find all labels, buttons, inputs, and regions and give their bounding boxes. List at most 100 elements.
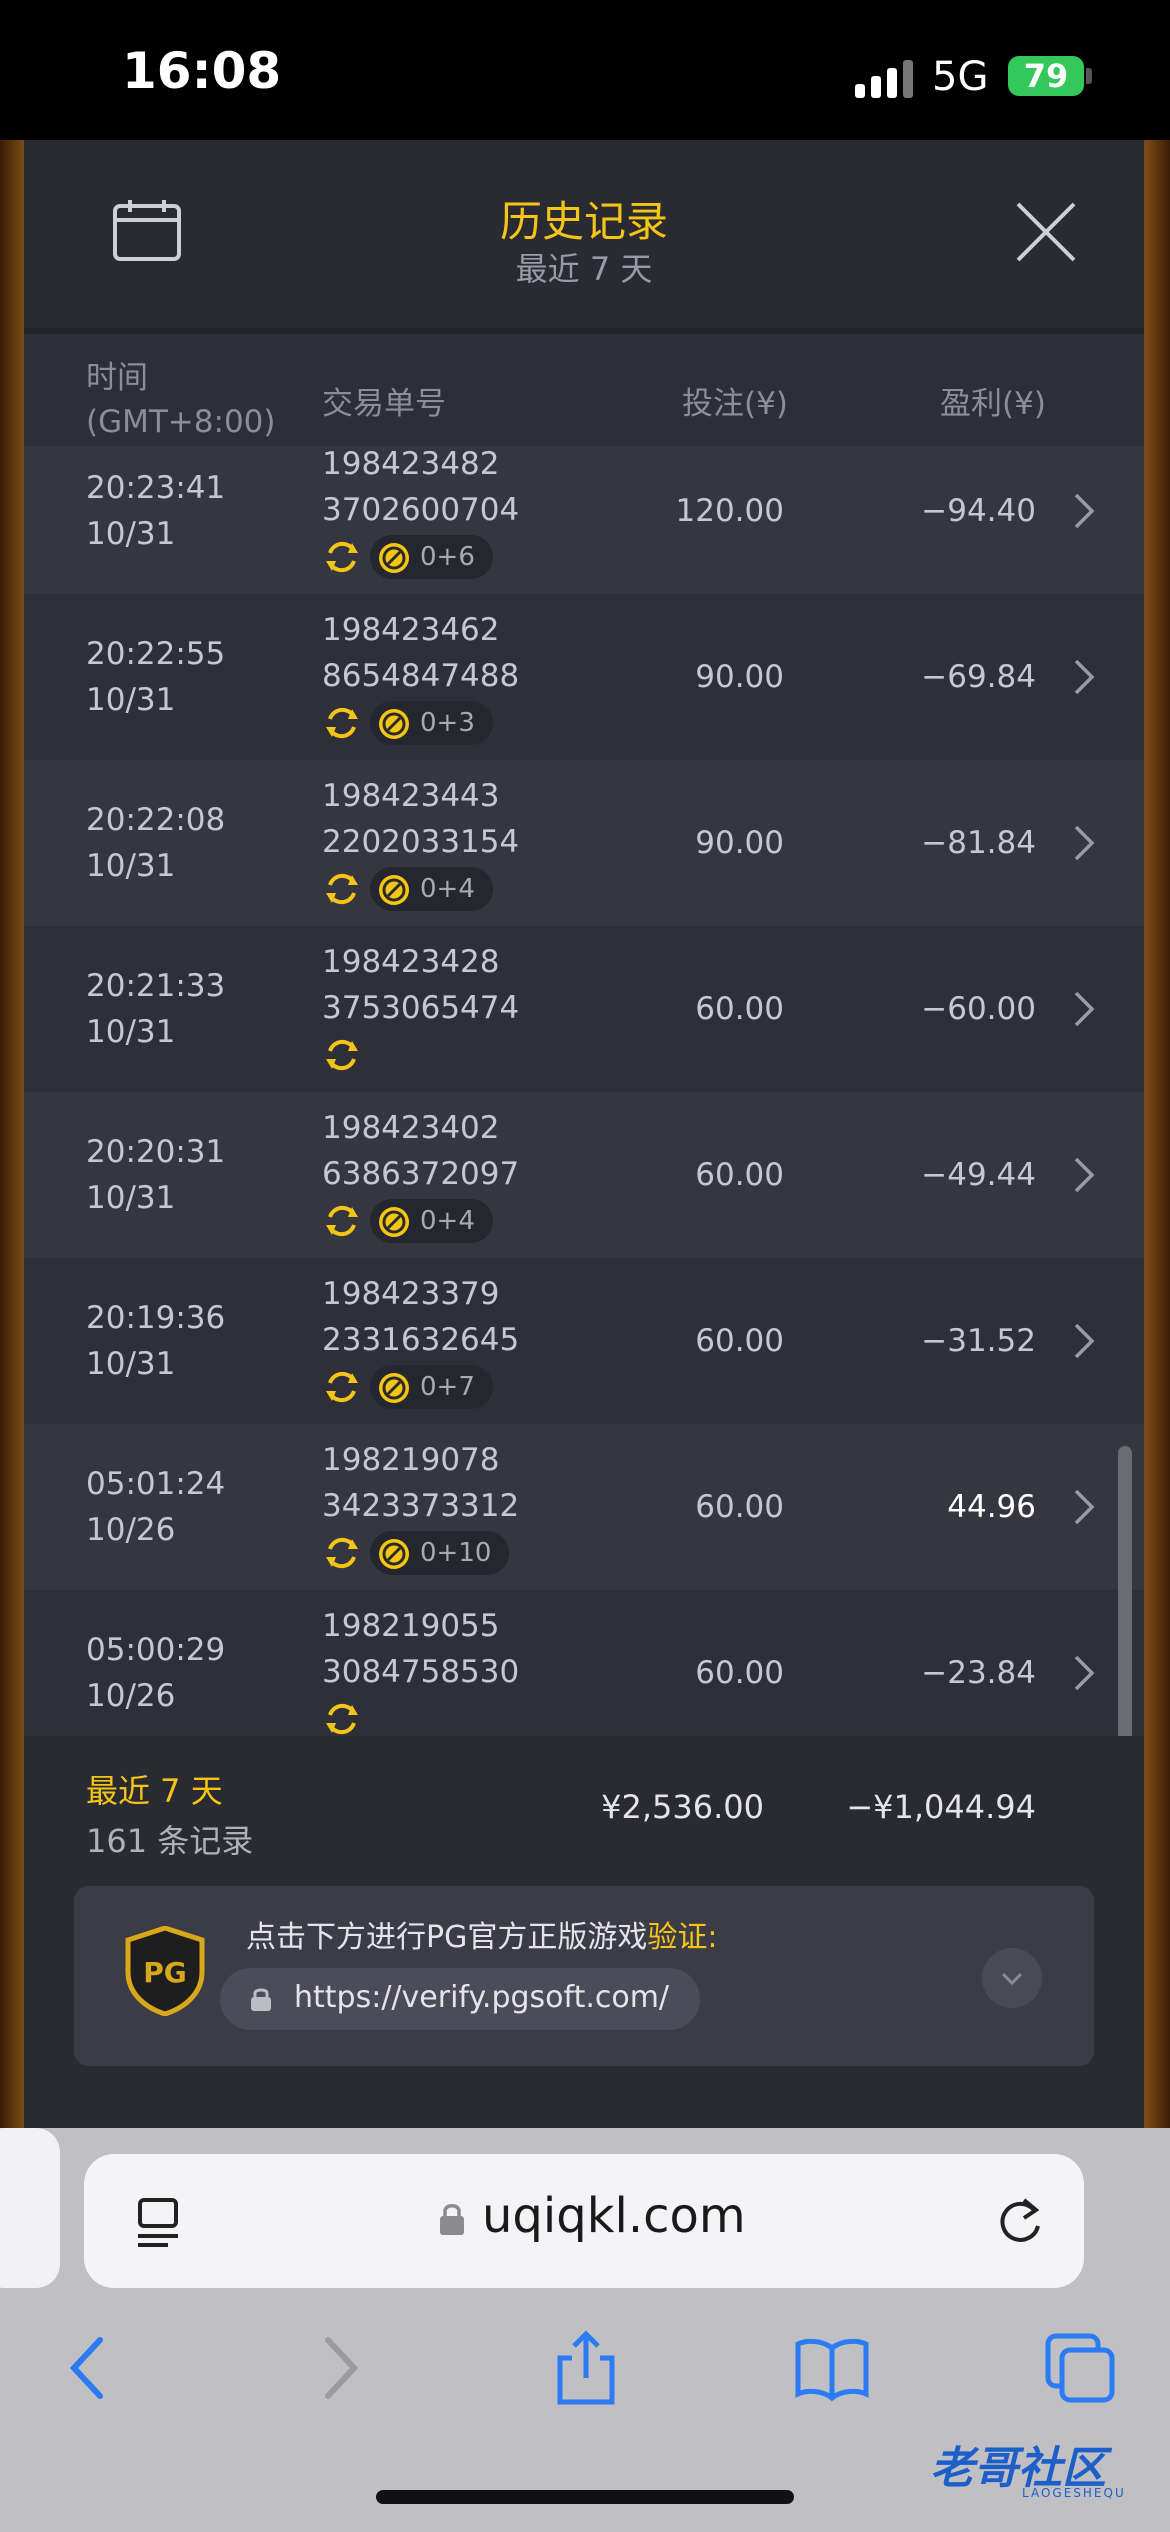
respin-icon [326,707,358,739]
row-time-value: 20:21:33 [86,968,226,1004]
verify-url-link[interactable]: https://verify.pgsoft.com/ [220,1968,700,2030]
row-date-value: 10/26 [86,1678,176,1714]
row-txid-line2: 2202033154 [322,824,520,860]
verify-text: 点击下方进行PG官方正版游戏验证: [246,1912,717,1956]
row-time: 20:21:33 10/31 [86,963,225,1055]
row-txid-line2: 3753065474 [322,990,520,1026]
row-time: 20:22:08 10/31 [86,797,225,889]
free-spin-icon [379,708,409,739]
table-row[interactable]: 20:23:41 10/31 198423482 3702600704 0+6 120.0… [24,446,1144,594]
col-bet: 投注(¥) [682,386,788,422]
battery-icon: 79 [1008,56,1084,96]
forward-icon[interactable] [300,2328,380,2408]
row-date-value: 10/31 [86,1346,176,1382]
row-time: 05:01:24 10/26 [86,1461,225,1553]
address-bar[interactable]: uqiqkl.com [84,2154,1084,2288]
row-txid: 198219078 3423373312 [322,1437,519,1529]
col-txid: 交易单号 [322,386,446,422]
row-time: 20:19:36 10/31 [86,1295,225,1387]
row-date-value: 10/31 [86,1014,176,1050]
table-row[interactable]: 20:22:08 10/31 198423443 2202033154 0+4 90.00… [24,760,1144,926]
page-menu-icon[interactable] [134,2196,184,2248]
verify-url: https://verify.pgsoft.com/ [294,1980,670,2015]
verify-panel: PG 点击下方进行PG官方正版游戏验证: https://verify.pgso… [74,1886,1094,2066]
history-list: 20:23:41 10/31 198423482 3702600704 0+6 120.0… [24,446,1144,1736]
row-bet: 60.00 [695,1489,784,1525]
lock-icon [440,2204,464,2235]
table-header: 时间 (GMT+8:00) 交易单号 投注(¥) 盈利(¥) [24,334,1144,446]
pg-logo-icon: PG [125,1926,205,2016]
row-time: 20:22:55 10/31 [86,631,225,723]
table-row[interactable]: 20:22:55 10/31 198423462 8654847488 0+3 90.00… [24,594,1144,760]
row-txid-line1: 198423482 [322,446,500,482]
row-time: 20:23:41 10/31 [86,465,225,557]
row-bet: 60.00 [695,1655,784,1691]
chevron-right-icon[interactable] [1072,1155,1096,1195]
free-spin-icon [379,874,409,905]
row-bet: 60.00 [695,1323,784,1359]
reload-icon[interactable] [994,2194,1046,2250]
chevron-right-icon[interactable] [1072,1321,1096,1361]
table-row[interactable]: 05:00:29 10/26 198219055 3084758530 60.00 −23… [24,1590,1144,1736]
row-txid-line1: 198423428 [322,944,500,980]
chevron-right-icon[interactable] [1072,1653,1096,1693]
chevron-right-icon[interactable] [1072,1487,1096,1527]
close-icon[interactable] [1014,200,1078,264]
previous-tab-preview[interactable] [0,2128,60,2288]
row-date-value: 10/31 [86,682,176,718]
bookmarks-icon[interactable] [792,2328,872,2408]
table-row[interactable]: 20:20:31 10/31 198423402 6386372097 0+4 60.00… [24,1092,1144,1258]
respin-icon [326,1537,358,1569]
row-txid-line2: 6386372097 [322,1156,520,1192]
summary-label: 最近 7 天 [86,1772,223,1810]
free-spin-icon [379,1538,409,1569]
row-txid-line2: 2331632645 [322,1322,520,1358]
row-profit: −60.00 [921,991,1036,1027]
chevron-right-icon[interactable] [1072,989,1096,1029]
free-spin-count: 0+7 [420,1372,475,1402]
respin-icon [326,1205,358,1237]
share-icon[interactable] [546,2328,626,2408]
summary-count: 161 条记录 [86,1822,254,1860]
respin-icon [326,1371,358,1403]
network-type: 5G [932,54,989,100]
row-profit: −81.84 [921,825,1036,861]
respin-icon [326,1039,358,1071]
row-profit: −49.44 [921,1157,1036,1193]
respin-icon [326,873,358,905]
dialog-subtitle: 最近 7 天 [515,250,653,288]
table-row[interactable]: 20:21:33 10/31 198423428 3753065474 60.00 −60… [24,926,1144,1092]
free-spin-badge: 0+4 [370,867,493,911]
row-time: 05:00:29 10/26 [86,1627,225,1719]
tabs-icon[interactable] [1040,2328,1120,2408]
pg-logo-text: PG [143,1956,187,1989]
row-bet: 120.00 [675,493,784,529]
row-profit: −31.52 [921,1323,1036,1359]
free-spin-badge: 0+10 [370,1531,510,1575]
chevron-right-icon[interactable] [1072,491,1096,531]
row-profit: −23.84 [921,1655,1036,1691]
row-txid: 198423443 2202033154 [322,773,519,865]
watermark-sub: LAOGESHEQU [1022,2486,1126,2500]
row-time-value: 20:23:41 [86,470,226,506]
row-txid-line1: 198423402 [322,1110,500,1146]
chevron-right-icon[interactable] [1072,657,1096,697]
free-spin-badge: 0+7 [370,1365,493,1409]
chevron-down-icon [1001,1972,1023,1986]
row-time: 20:20:31 10/31 [86,1129,225,1221]
row-time-value: 05:00:29 [86,1632,226,1668]
expand-button[interactable] [982,1948,1042,2008]
row-bet: 90.00 [695,659,784,695]
lock-icon [251,1988,271,2011]
status-time: 16:08 [122,42,282,100]
free-spin-icon [379,1206,409,1237]
row-txid: 198423428 3753065474 [322,939,519,1031]
chevron-right-icon[interactable] [1072,823,1096,863]
summary-total-profit: −¥1,044.94 [846,1788,1036,1826]
row-txid-line1: 198423443 [322,778,500,814]
table-row[interactable]: 20:19:36 10/31 198423379 2331632645 0+7 60.00… [24,1258,1144,1424]
row-txid-line1: 198423379 [322,1276,500,1312]
row-date-value: 10/31 [86,848,176,884]
back-icon[interactable] [48,2328,128,2408]
table-row[interactable]: 05:01:24 10/26 198219078 3423373312 0+10 60.0… [24,1424,1144,1590]
